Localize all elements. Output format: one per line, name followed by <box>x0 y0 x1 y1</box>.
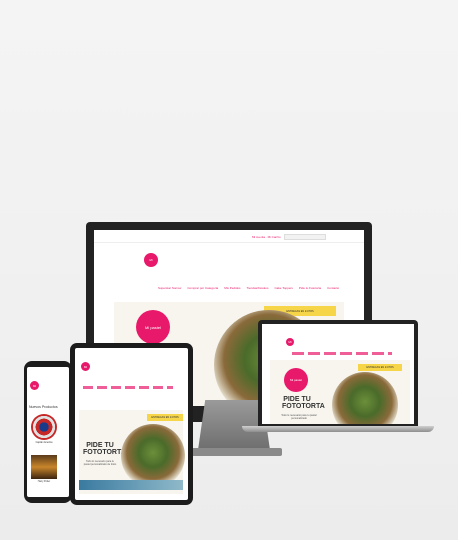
tablet-body-text: Todo lo necesario para tu pastel persona… <box>83 460 117 466</box>
desktop-search-bar[interactable] <box>284 234 326 240</box>
phone-screen: Mi Nuevos Productos Capitán América Harr… <box>27 367 69 497</box>
desktop-nav-item[interactable]: Tiendas/Kioskos <box>247 286 269 290</box>
desktop-hero-logo-text: Mi pastel <box>144 324 161 330</box>
desktop-tag-text: ENTREGAS EN 24 HRS <box>286 309 314 313</box>
desktop-logo[interactable]: Mi <box>144 253 158 267</box>
laptop-hero-logo: Mi pastel <box>284 368 308 392</box>
tablet-delivery-tag: ENTREGAS EN 24 HRS <box>147 414 183 421</box>
tablet-footer-strip <box>79 480 183 490</box>
laptop-title: PIDE TU FOTOTORTA <box>282 396 325 410</box>
phone-logo-text: Mi <box>32 383 37 388</box>
phone-product-1-name[interactable]: Capitán América <box>31 442 57 444</box>
desktop-logo-text: Mi <box>149 258 153 262</box>
desktop-topbar-text[interactable]: Mi cuenta · Mi Carrito <box>252 235 281 239</box>
laptop-title-line2: FOTOTORTA <box>282 403 325 410</box>
phone-product-2-name[interactable]: Harry Potter <box>31 481 57 483</box>
tablet-title-line1: PIDE TU <box>86 442 114 449</box>
tablet-title: PIDE TU FOTOTORTA <box>83 442 126 456</box>
tablet-logo[interactable]: Mi <box>81 362 90 371</box>
laptop-delivery-tag: ENTREGAS EN 24 HRS <box>358 364 402 371</box>
laptop-tag-text: ENTREGAS EN 24 HRS <box>366 366 394 369</box>
desktop-hero-logo: Mi pastel <box>136 310 170 344</box>
tablet-nav <box>83 386 173 389</box>
laptop-base <box>242 426 434 432</box>
phone-logo[interactable]: Mi <box>30 381 39 390</box>
desktop-nav-item[interactable]: Cake Toppers <box>274 286 292 290</box>
monitor-stand-base <box>186 448 282 456</box>
laptop-title-line1: PIDE TU <box>283 396 311 403</box>
tablet-screen: Mi ENTREGAS EN 24 HRS PIDE TU FOTOTORTA … <box>75 348 188 500</box>
laptop-logo[interactable]: Mi <box>286 338 294 346</box>
phone-section-title: Nuevos Productos <box>29 405 58 409</box>
desktop-nav-item[interactable]: Contacto <box>327 286 339 290</box>
desktop-nav-item[interactable]: Superstar Sorrow <box>158 286 181 290</box>
desktop-nav-item[interactable]: Pide tu Fototorta <box>299 286 321 290</box>
phone-product-1-image[interactable] <box>31 414 57 440</box>
tablet-tag-text: ENTREGAS EN 24 HRS <box>151 416 179 419</box>
phone: Mi Nuevos Productos Capitán América Harr… <box>24 361 72 503</box>
tablet-title-line2: FOTOTORTA <box>83 449 126 456</box>
laptop-logo-text: Mi <box>288 340 292 344</box>
desktop-nav-item[interactable]: Comprar por Categoría <box>187 286 218 290</box>
laptop-lid: Mi Mi pastel PIDE TU FOTOTORTA Todo lo n… <box>258 320 418 426</box>
phone-product-2-image[interactable] <box>31 455 57 479</box>
laptop-screen: Mi Mi pastel PIDE TU FOTOTORTA Todo lo n… <box>262 324 414 424</box>
laptop-body-text: Todo lo necesario para tu pastel persona… <box>281 414 317 420</box>
desktop-nav-item[interactable]: Mis Pedidos <box>224 286 240 290</box>
tablet-cake-image <box>121 424 185 488</box>
laptop-hero-logo-text: Mi pastel <box>289 378 302 382</box>
desktop-nav: Superstar Sorrow Comprar por Categoría M… <box>158 286 339 290</box>
laptop-nav <box>292 352 392 355</box>
tablet: Mi ENTREGAS EN 24 HRS PIDE TU FOTOTORTA … <box>70 343 193 505</box>
tablet-logo-text: Mi <box>83 364 88 369</box>
